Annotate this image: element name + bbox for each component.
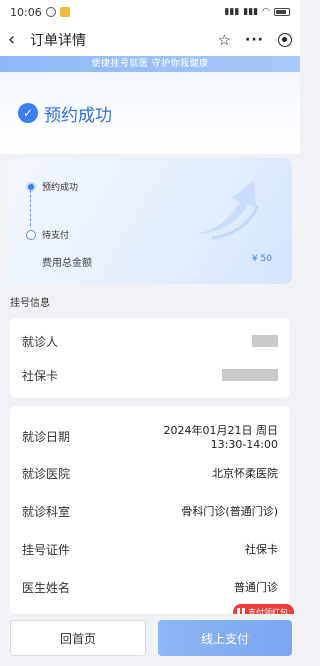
detail-row-doctor: 医生姓名 普通门诊	[10, 568, 290, 606]
status-bar: 10:06 ▮▮▮ ▮▮▮ ◠	[0, 0, 300, 24]
app-notification-icon	[59, 7, 70, 17]
detail-value: 骨科门诊(普通门诊)	[181, 505, 278, 518]
clock-time: 10:06	[10, 5, 42, 19]
detail-value: 社保卡	[245, 543, 278, 556]
step-connector	[30, 190, 31, 226]
detail-label: 就诊医院	[22, 466, 71, 481]
patient-row: 就诊人	[10, 324, 290, 358]
back-icon[interactable]: ‹	[8, 31, 26, 49]
battery-icon	[274, 8, 290, 16]
more-icon[interactable]: ···	[245, 32, 264, 48]
detail-row-department: 就诊科室 骨科门诊(普通门诊)	[10, 492, 290, 530]
detail-label: 就诊科室	[22, 504, 71, 519]
page-title: 订单详情	[30, 33, 86, 49]
step-pending-dot	[26, 229, 36, 240]
status-title: 预约成功	[44, 105, 112, 126]
visit-time: 13:30-14:00	[210, 437, 278, 451]
alarm-icon	[45, 7, 56, 17]
insurance-number-redacted	[222, 369, 278, 381]
registration-section-title: 挂号信息	[10, 298, 50, 309]
total-row: 费用总金额 ¥ 50	[42, 254, 272, 269]
detail-row-hospital: 就诊医院 北京怀柔医院	[10, 454, 290, 492]
progress-card: 预约成功 待支付 费用总金额 ¥ 50	[8, 158, 292, 284]
step-label: 预约成功	[42, 183, 79, 193]
total-amount: ¥ 50	[251, 254, 272, 264]
step-booked: 预约成功	[26, 180, 78, 193]
navigation-bar: ‹ 订单详情 ☆ ···	[0, 24, 300, 56]
detail-label: 就诊日期	[22, 429, 71, 444]
slogan-banner: 便捷挂号就医 守护你我健康	[0, 56, 300, 72]
signal-icon: ▮▮▮	[243, 7, 259, 17]
detail-row-date: 就诊日期 2024年01月21日 周日 13:30-14:00	[10, 418, 290, 454]
signal-icon: ▮▮▮	[224, 7, 240, 17]
patient-card: 就诊人 社保卡	[10, 318, 290, 398]
step-pending-payment: 待支付	[26, 228, 69, 241]
detail-row-id-type: 挂号证件 社保卡	[10, 530, 290, 568]
bottom-action-bar: 回首页 线上支付	[0, 614, 300, 666]
step-done-dot	[26, 181, 36, 192]
total-label: 费用总金额	[42, 258, 92, 269]
detail-value: 北京怀柔医院	[212, 467, 278, 480]
status-header: ✓ 预约成功	[0, 72, 300, 154]
step-label: 待支付	[42, 231, 70, 241]
visit-date: 2024年01月21日 周日	[163, 423, 279, 437]
detail-label: 医生姓名	[22, 580, 71, 595]
insurance-row: 社保卡	[10, 358, 290, 392]
detail-value: 2024年01月21日 周日 13:30-14:00	[164, 422, 279, 451]
patient-name-redacted	[252, 335, 278, 347]
pay-online-button[interactable]: 线上支付	[158, 620, 292, 656]
upward-arrow-icon	[192, 180, 260, 240]
wifi-icon: ◠	[262, 7, 270, 17]
home-button[interactable]: 回首页	[10, 620, 146, 656]
patient-label: 就诊人	[22, 334, 59, 349]
detail-label: 挂号证件	[22, 542, 71, 557]
appointment-details-card: 就诊日期 2024年01月21日 周日 13:30-14:00 就诊医院 北京怀…	[10, 406, 290, 616]
insurance-label: 社保卡	[22, 368, 59, 383]
record-icon[interactable]	[278, 33, 292, 47]
check-circle-icon: ✓	[18, 103, 38, 123]
star-icon[interactable]: ☆	[218, 31, 231, 49]
detail-value: 普通门诊	[234, 581, 278, 594]
